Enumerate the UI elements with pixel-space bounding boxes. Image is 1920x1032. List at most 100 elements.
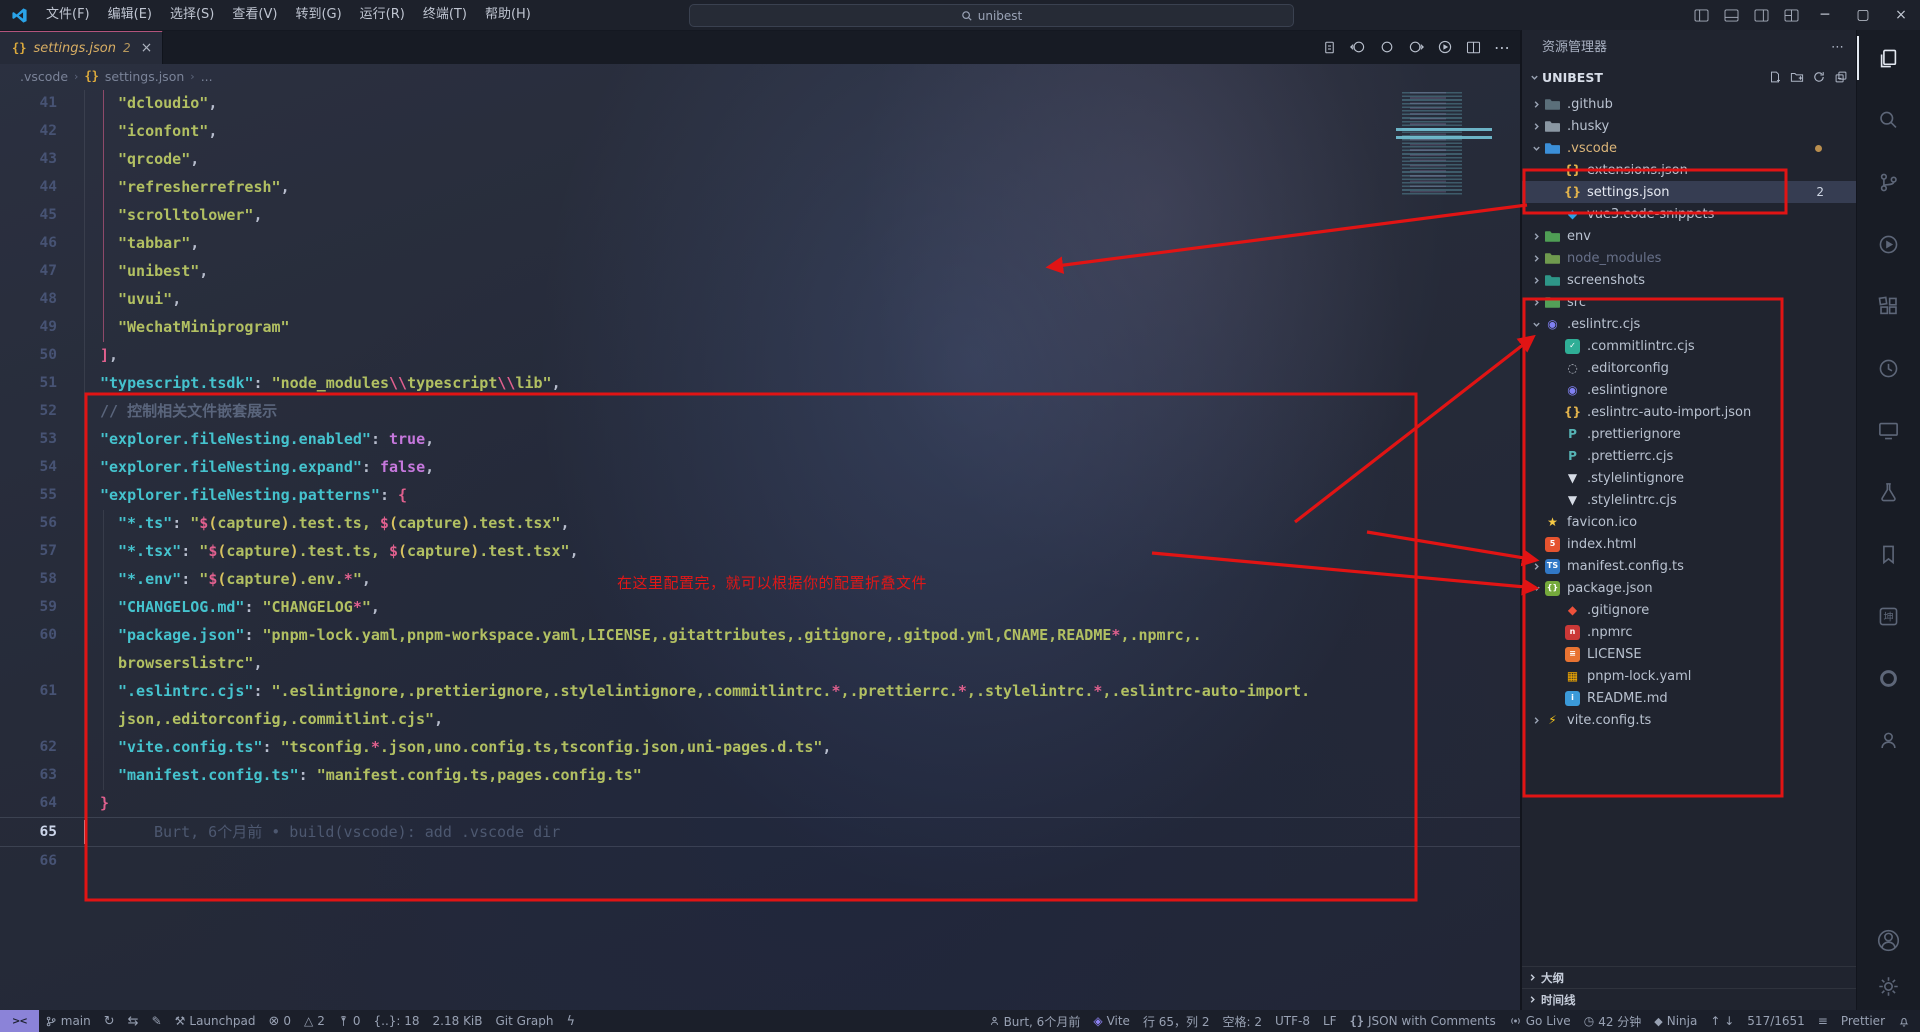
split-editor-icon[interactable] — [1466, 40, 1481, 55]
code-line[interactable]: 49"WechatMiniprogram" — [0, 313, 1520, 341]
maximize-button[interactable]: ▢ — [1844, 0, 1882, 30]
tree-item-node_modules[interactable]: node_modules — [1522, 247, 1858, 269]
code-line[interactable]: 65Burt, 6个月前 • build(vscode): add .vscod… — [0, 817, 1520, 847]
code-line[interactable]: 55"explorer.fileNesting.patterns": { — [0, 481, 1520, 509]
code-line[interactable]: 66 — [0, 847, 1520, 875]
command-center-search[interactable]: unibest — [689, 4, 1294, 27]
code-line[interactable]: browserslistrc", — [0, 649, 1520, 677]
status-item-prettier[interactable]: Prettier — [1841, 1014, 1885, 1028]
tree-item-.vscode[interactable]: .vscode — [1522, 137, 1858, 159]
status-item-icon[interactable]: ϟ — [566, 1014, 575, 1029]
tree-item-.eslintrc.cjs[interactable]: ◉.eslintrc.cjs — [1522, 313, 1858, 335]
breadcrumb[interactable]: .vscode›{}settings.json›... — [0, 64, 1540, 88]
tree-item-favicon.ico[interactable]: ★favicon.ico — [1522, 511, 1858, 533]
code-area[interactable]: 41"dcloudio",42"iconfont",43"qrcode",44"… — [0, 89, 1520, 875]
status-item-main[interactable]: main — [45, 1014, 91, 1028]
tree-item-.prettierrc.cjs[interactable]: P.prettierrc.cjs — [1522, 445, 1858, 467]
code-line[interactable]: 45"scrolltolower", — [0, 201, 1520, 229]
toggle-secondary-sidebar-icon[interactable] — [1746, 0, 1776, 30]
tree-item-.husky[interactable]: .husky — [1522, 115, 1858, 137]
menu-item[interactable]: 运行(R) — [351, 7, 414, 22]
code-line[interactable]: 59"CHANGELOG.md": "CHANGELOG*", — [0, 593, 1520, 621]
code-line[interactable]: 47"unibest", — [0, 257, 1520, 285]
status-item--65-2[interactable]: 行 65，列 2 — [1143, 1013, 1210, 1030]
minimize-button[interactable]: ─ — [1806, 0, 1844, 30]
status-item-0[interactable]: 0 — [338, 1014, 361, 1028]
activity-extensions-icon[interactable] — [1857, 284, 1920, 328]
activity-testing-flask-icon[interactable] — [1857, 470, 1920, 514]
tree-item-src[interactable]: src — [1522, 291, 1858, 313]
activity-settings-gear-icon[interactable] — [1857, 964, 1920, 1008]
code-line[interactable]: 61".eslintrc.cjs": ".eslintignore,.prett… — [0, 677, 1520, 705]
code-line[interactable]: 63"manifest.config.ts": "manifest.config… — [0, 761, 1520, 789]
breadcrumb-item[interactable]: settings.json — [105, 69, 184, 84]
run-code-icon[interactable] — [1437, 39, 1453, 55]
tab-settings-json[interactable]: {} settings.json 2 × — [0, 30, 163, 64]
status-item--18[interactable]: {..}: 18 — [374, 1014, 420, 1028]
status-item-json-with-comments[interactable]: {}JSON with Comments — [1350, 1014, 1496, 1028]
more-actions-icon[interactable]: ⋯ — [1494, 38, 1510, 57]
section-outline[interactable]: 大纲 — [1522, 966, 1858, 988]
activity-bookmarks-icon[interactable] — [1857, 532, 1920, 576]
code-line[interactable]: 44"refresherrefresh", — [0, 173, 1520, 201]
menu-item[interactable]: 选择(S) — [161, 7, 223, 22]
code-line[interactable]: 50], — [0, 341, 1520, 369]
close-button[interactable]: × — [1882, 0, 1920, 30]
tree-item-vite.config.ts[interactable]: ⚡vite.config.ts — [1522, 709, 1858, 731]
status-item-517-1651[interactable]: 517/1651 — [1747, 1014, 1805, 1028]
refresh-icon[interactable] — [1812, 70, 1826, 84]
tree-item-.stylelintrc.cjs[interactable]: ▼.stylelintrc.cjs — [1522, 489, 1858, 511]
status-item-vite[interactable]: ◈Vite — [1093, 1014, 1130, 1028]
breadcrumb-item[interactable]: .vscode — [20, 69, 68, 84]
tree-item-env[interactable]: env — [1522, 225, 1858, 247]
tree-item-package.json[interactable]: {}package.json — [1522, 577, 1858, 599]
tree-item-index.html[interactable]: 5index.html — [1522, 533, 1858, 555]
next-change-icon[interactable] — [1408, 39, 1424, 55]
tree-item-.npmrc[interactable]: n.npmrc — [1522, 621, 1858, 643]
menu-item[interactable]: 文件(F) — [37, 7, 99, 22]
code-line[interactable]: 56"*.ts": "$(capture).test.ts, $(capture… — [0, 509, 1520, 537]
tree-item-LICENSE[interactable]: ≡LICENSE — [1522, 643, 1858, 665]
activity-donut-icon[interactable] — [1857, 656, 1920, 700]
status-item-icon[interactable] — [1898, 1015, 1910, 1028]
tree-item-vue3.code-snippets[interactable]: ◆vue3.code-snippets — [1522, 203, 1858, 225]
code-line[interactable]: 41"dcloudio", — [0, 89, 1520, 117]
code-line[interactable]: 57"*.tsx": "$(capture).test.ts, $(captur… — [0, 537, 1520, 565]
menu-item[interactable]: 帮助(H) — [476, 7, 540, 22]
status-item-go-live[interactable]: Go Live — [1509, 1014, 1571, 1028]
status-item-2[interactable]: △2 — [304, 1014, 325, 1028]
explorer-more-actions-icon[interactable]: ⋯ — [1831, 30, 1844, 66]
activity-search-icon[interactable] — [1857, 98, 1920, 142]
section-timeline[interactable]: 时间线 — [1522, 988, 1858, 1010]
code-line[interactable]: 54"explorer.fileNesting.expand": false, — [0, 453, 1520, 481]
tree-item-.github[interactable]: .github — [1522, 93, 1858, 115]
status-item-git-graph[interactable]: Git Graph — [496, 1014, 554, 1028]
customize-layout-icon[interactable] — [1776, 0, 1806, 30]
status-item-utf-8[interactable]: UTF-8 — [1275, 1014, 1310, 1028]
menu-item[interactable]: 查看(V) — [223, 7, 286, 22]
code-line[interactable]: 48"uvui", — [0, 285, 1520, 313]
tree-item-pnpm-lock.yaml[interactable]: ▦pnpm-lock.yaml — [1522, 665, 1858, 687]
code-line[interactable]: 51"typescript.tsdk": "node_modules\\type… — [0, 369, 1520, 397]
explorer-root-unibest[interactable]: UNIBEST — [1522, 66, 1858, 88]
code-line[interactable]: 60"package.json": "pnpm-lock.yaml,pnpm-w… — [0, 621, 1520, 649]
menu-item[interactable]: 编辑(E) — [99, 7, 161, 22]
menu-item[interactable]: 终端(T) — [414, 7, 476, 22]
status-item-burt-6-[interactable]: Burt, 6个月前 — [989, 1013, 1081, 1030]
toggle-panel-icon[interactable] — [1716, 0, 1746, 30]
activity-history-clock-icon[interactable] — [1857, 346, 1920, 390]
status-item--2[interactable]: 空格: 2 — [1222, 1013, 1262, 1030]
status-item-0[interactable]: ⊗0 — [268, 1014, 291, 1029]
toggle-sidebar-icon[interactable] — [1686, 0, 1716, 30]
code-line[interactable]: 64} — [0, 789, 1520, 817]
code-line[interactable]: 43"qrcode", — [0, 145, 1520, 173]
code-line[interactable]: 42"iconfont", — [0, 117, 1520, 145]
status-item--[interactable]: ↑ ↓ — [1710, 1014, 1734, 1028]
tree-item-.commitlintrc.cjs[interactable]: ✓.commitlintrc.cjs — [1522, 335, 1858, 357]
activity-explorer-icon[interactable] — [1857, 36, 1920, 80]
activity-account-icon[interactable] — [1857, 918, 1920, 962]
new-folder-icon[interactable] — [1790, 70, 1804, 84]
tree-item-manifest.config.ts[interactable]: TSmanifest.config.ts — [1522, 555, 1858, 577]
breadcrumb-item[interactable]: ... — [201, 69, 213, 84]
status-item-2-18-kib[interactable]: 2.18 KiB — [433, 1014, 483, 1028]
